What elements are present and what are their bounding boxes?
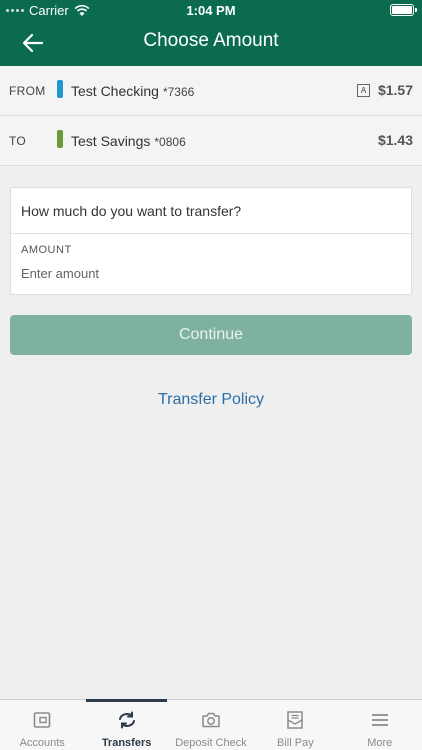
status-bar: Carrier 1:04 PM	[0, 0, 422, 22]
transfer-policy-link[interactable]: Transfer Policy	[0, 391, 422, 409]
amount-card: How much do you want to transfer? AMOUNT	[10, 187, 412, 295]
available-badge-icon: A	[357, 84, 370, 97]
battery-icon	[390, 4, 417, 16]
to-balance: $1.43	[377, 132, 413, 148]
top-bar: Carrier 1:04 PM Choose Amount	[0, 0, 422, 66]
bill-icon	[287, 711, 304, 729]
divider	[11, 233, 411, 234]
tab-label: Bill Pay	[277, 737, 314, 749]
transfer-question: How much do you want to transfer?	[21, 203, 242, 219]
tab-bar: Accounts Transfers Deposit Check Bill Pa…	[0, 699, 422, 750]
account-name-text: Test Savings	[71, 133, 151, 149]
tab-label: Transfers	[101, 737, 152, 749]
tab-transfers[interactable]: Transfers	[84, 699, 168, 750]
account-number: *0806	[154, 135, 186, 149]
page-title: Choose Amount	[143, 30, 279, 51]
from-account-name: Test Checking *7366	[71, 83, 194, 99]
account-color-chip	[57, 80, 63, 98]
tab-more[interactable]: More	[338, 700, 422, 750]
transfer-arrows-icon	[118, 711, 135, 729]
tab-accounts[interactable]: Accounts	[0, 700, 84, 750]
to-label: TO	[9, 134, 27, 148]
tab-label: Accounts	[19, 737, 65, 749]
status-time: 1:04 PM	[186, 3, 236, 18]
from-account-row[interactable]: FROM Test Checking *7366 A $1.57	[0, 66, 422, 116]
tab-deposit-check[interactable]: Deposit Check	[169, 700, 253, 750]
from-balance: $1.57	[377, 82, 413, 98]
amount-input[interactable]	[21, 266, 391, 281]
to-account-row[interactable]: TO Test Savings *0806 $1.43	[0, 116, 422, 166]
tab-bill-pay[interactable]: Bill Pay	[253, 700, 337, 750]
continue-button[interactable]: Continue	[10, 315, 412, 355]
tab-label: Deposit Check	[175, 737, 247, 749]
account-color-chip	[57, 130, 63, 148]
account-name-text: Test Checking	[71, 83, 159, 99]
menu-icon	[371, 714, 388, 726]
wallet-icon	[33, 712, 51, 728]
amount-label: AMOUNT	[21, 244, 72, 256]
tab-label: More	[367, 737, 393, 749]
from-label: FROM	[9, 84, 46, 98]
account-number: *7366	[162, 85, 195, 99]
camera-icon	[202, 712, 220, 728]
to-account-name: Test Savings *0806	[71, 133, 186, 149]
